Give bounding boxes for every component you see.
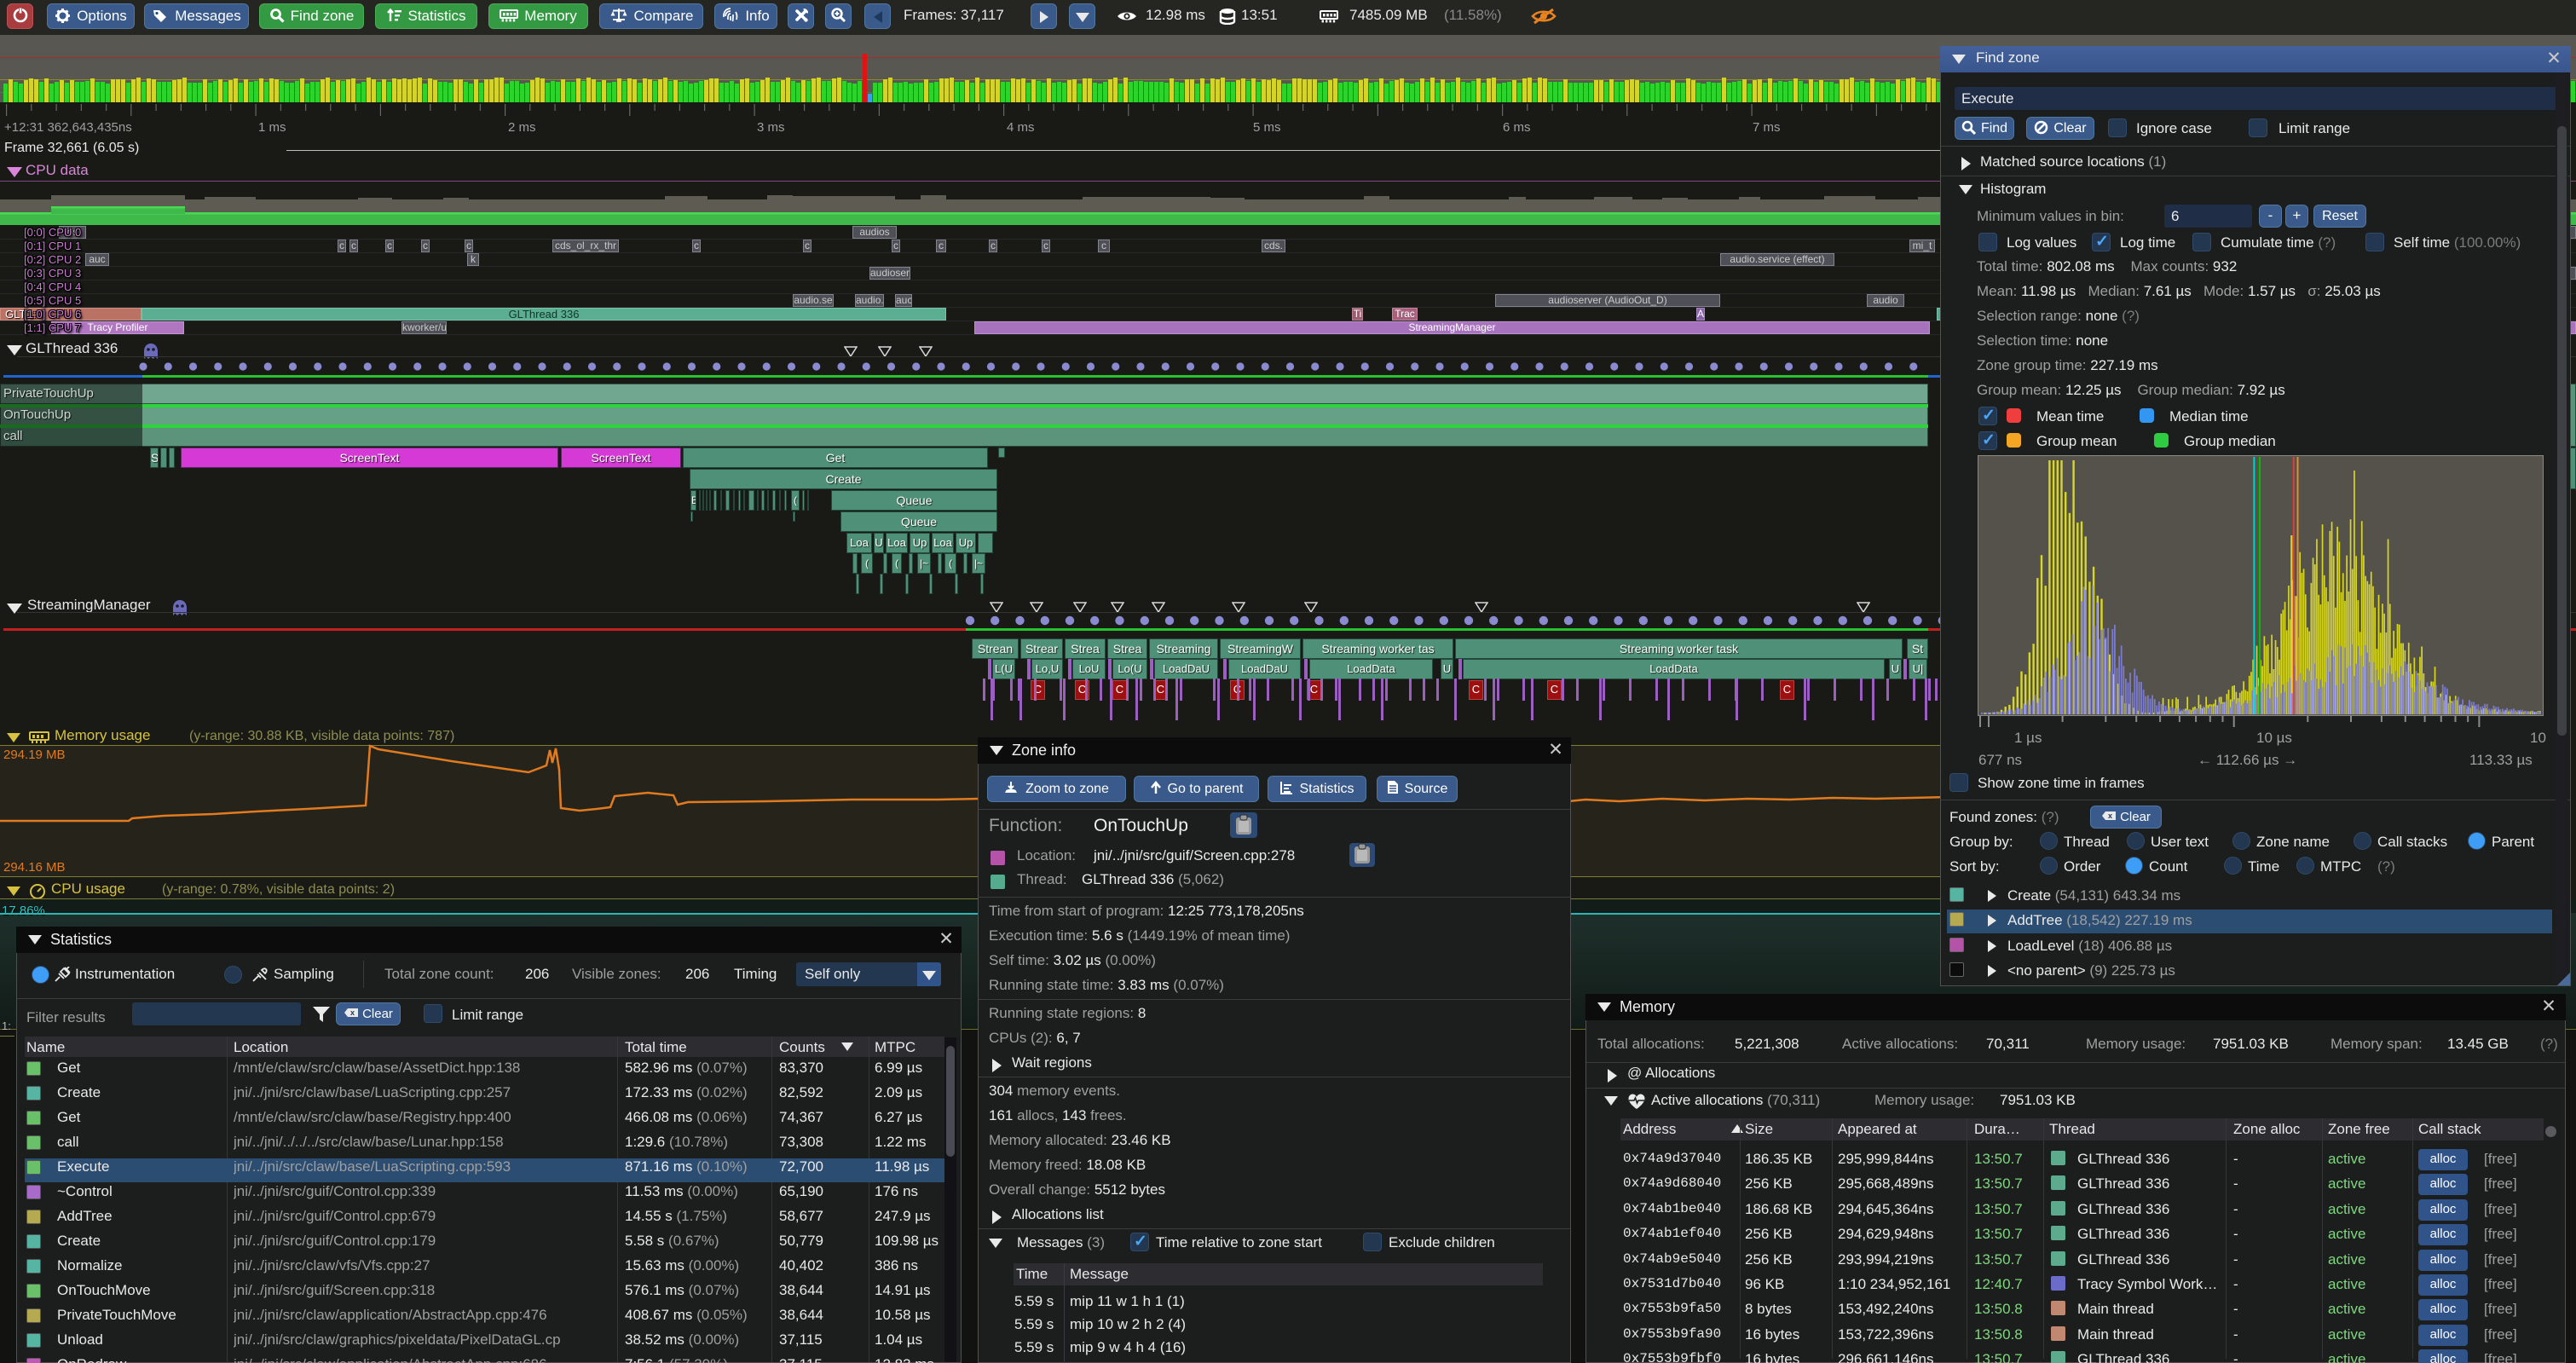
svg-text:x: x	[350, 1008, 355, 1017]
svg-text:x: x	[2108, 811, 2112, 820]
